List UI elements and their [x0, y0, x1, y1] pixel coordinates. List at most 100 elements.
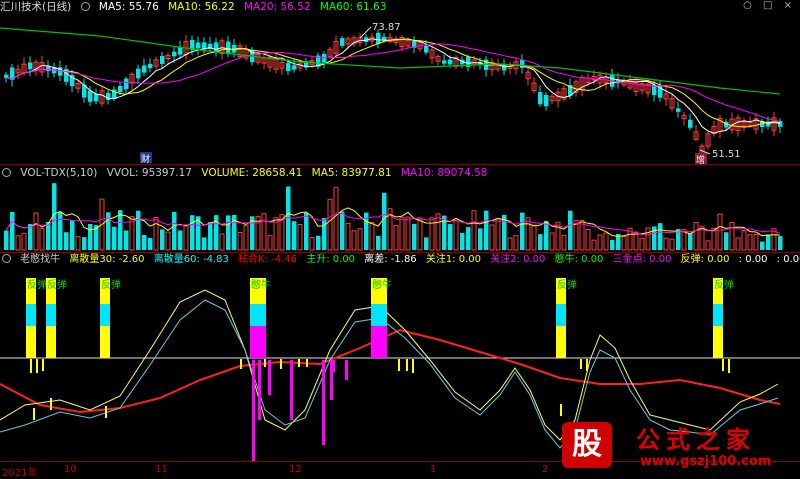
watermark-url: www.gszj100.com [640, 454, 772, 469]
volume-bar [747, 234, 753, 251]
volume-bar [39, 227, 45, 251]
volume-bar [333, 186, 339, 251]
volume-bar [345, 222, 351, 251]
volume-bar [382, 192, 387, 250]
negative-bar [258, 360, 261, 395]
volume-panel [4, 183, 783, 251]
x-axis-label: 2021年 [2, 468, 38, 479]
volume-bar [525, 217, 531, 251]
legend-item: 老憨找牛 [20, 254, 61, 265]
signal-bar-bottom [250, 326, 266, 358]
small-bar [30, 359, 32, 373]
chart-canvas[interactable]: 73.8751.51财增 反弹 反弹 反弹 憨牛 憨牛 反弹 反弹 [0, 0, 800, 478]
volume-bar [568, 210, 573, 250]
volume-bar [729, 222, 735, 251]
legend-item: : 0.00 [738, 254, 768, 265]
settings-circle-icon[interactable] [2, 168, 11, 177]
volume-bar [322, 218, 327, 250]
signal-bar-bottom [371, 326, 387, 358]
signal-bar-middle [371, 304, 387, 326]
volume-bar [148, 237, 153, 250]
candle-body [538, 92, 543, 105]
volume-bar [735, 237, 741, 251]
small-bar [580, 359, 582, 369]
small-bar [264, 359, 266, 367]
legend-item: 离差: -1.86 [364, 254, 417, 265]
signal-label: 憨牛 [251, 278, 271, 291]
candle-body [382, 36, 387, 40]
signal-label: 反弹 [101, 278, 121, 291]
small-bar [728, 359, 730, 373]
high-price-label: 73.87 [372, 22, 401, 33]
volume-bar [538, 234, 543, 250]
candle-body [292, 65, 297, 70]
candle-body [376, 32, 381, 44]
volume-bar [10, 211, 15, 250]
candle-body [136, 68, 141, 79]
volume-bar [669, 238, 675, 251]
volume-bar [766, 234, 771, 250]
signal-bar-middle [556, 304, 566, 326]
x-axis-label: 2 [542, 464, 549, 475]
volume-bar [621, 236, 627, 251]
small-bar [412, 359, 414, 373]
volume-bar [448, 224, 453, 250]
negative-bar [332, 360, 335, 372]
volume-bar [190, 215, 195, 250]
panel3-legend: 老憨找牛 离散量30: -2.60 离散量60: -4.83 粘合K: -4.4… [0, 253, 800, 267]
volume-bar [124, 230, 129, 250]
volume-bar [495, 217, 501, 251]
window-buttons[interactable]: ○ □ × [743, 0, 796, 11]
volume-bar [297, 224, 303, 251]
legend-item: 憨牛: 0.00 [554, 254, 604, 265]
volume-bar [711, 227, 717, 251]
candle-body [160, 56, 165, 64]
x-axis-label: 10 [64, 464, 77, 475]
volume-bar [369, 222, 375, 251]
legend-item: 关注1: 0.00 [425, 254, 482, 265]
ma-line [5, 43, 781, 122]
volume-bar [214, 215, 219, 250]
volume-bar [219, 233, 225, 251]
volume-bar [585, 228, 591, 251]
watermark-title: 公式之家 [636, 425, 756, 454]
volume-bar [705, 240, 711, 251]
candle-body [94, 93, 99, 102]
volume-bar [507, 237, 513, 251]
negative-bar [290, 360, 293, 420]
volume-bar [351, 230, 357, 251]
x-axis-label: 11 [155, 464, 168, 475]
candle-body [124, 78, 129, 90]
volume-bar [153, 217, 159, 251]
candle-body [4, 74, 9, 78]
candle-body [688, 119, 693, 128]
candle-body [46, 66, 51, 72]
candle-body [286, 62, 291, 72]
volume-bar [340, 211, 345, 250]
volume-bar [327, 198, 333, 251]
candle-body [544, 95, 549, 107]
volume-bar [610, 239, 615, 250]
volume-bar [28, 224, 33, 250]
volume-bar [717, 213, 723, 251]
negative-bar [345, 360, 348, 380]
signal-label: 反弹 [557, 278, 577, 291]
candle-body [196, 42, 201, 49]
volume-bar [513, 235, 519, 251]
x-axis-label: 12 [289, 464, 302, 475]
settings-circle-icon[interactable] [2, 254, 11, 263]
signal-bar-middle [100, 304, 110, 326]
volume-bar [597, 234, 603, 251]
candle-body [178, 47, 183, 55]
candle-body [424, 45, 429, 53]
volume-bar [417, 218, 423, 251]
stock-title: 汇川技术(日线) [0, 1, 72, 13]
volume-bar [639, 237, 645, 251]
volume-bar [544, 220, 549, 250]
candle-body [676, 108, 681, 112]
volume-bar [531, 224, 537, 251]
volume-bar [393, 224, 399, 251]
signal-bar-middle [250, 304, 266, 326]
volume-bar [603, 232, 609, 251]
settings-circle-icon[interactable] [80, 2, 90, 11]
